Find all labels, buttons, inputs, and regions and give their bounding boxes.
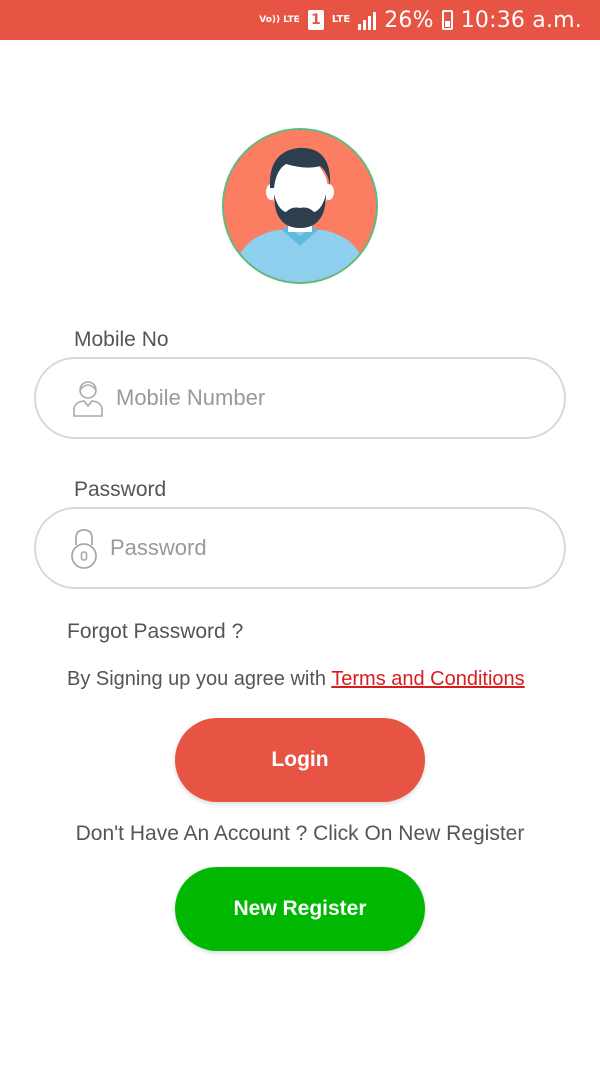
terms-agreement-text: By Signing up you agree with [67,668,332,690]
battery-icon [441,10,453,30]
terms-agreement: By Signing up you agree with Terms and C… [67,668,525,691]
terms-and-conditions-link[interactable]: Terms and Conditions [331,668,524,690]
status-bar: Vo)) LTE 1 LTE 26% 10:36 a.m. [0,0,600,40]
volte-indicator: Vo)) LTE [259,14,300,25]
avatar [222,128,378,284]
sim-indicator: 1 [307,10,324,30]
signal-icon [358,10,377,30]
lock-icon [66,526,102,570]
battery-percent: 26% [384,7,434,33]
user-icon [68,376,108,420]
mobile-label: Mobile No [74,328,169,351]
user-avatar-icon [224,130,376,282]
mobile-number-input[interactable] [116,385,536,411]
new-register-button[interactable]: New Register [175,867,425,951]
password-label: Password [74,478,167,501]
no-account-text: Don't Have An Account ? Click On New Reg… [75,822,525,845]
lte-indicator: LTE [331,14,351,25]
mobile-input-container[interactable] [34,357,566,439]
login-button[interactable]: Login [175,718,425,802]
forgot-password-link[interactable]: Forgot Password ? [67,620,243,644]
clock: 10:36 a.m. [460,7,582,33]
password-input[interactable] [110,535,530,561]
password-input-container[interactable] [34,507,566,589]
